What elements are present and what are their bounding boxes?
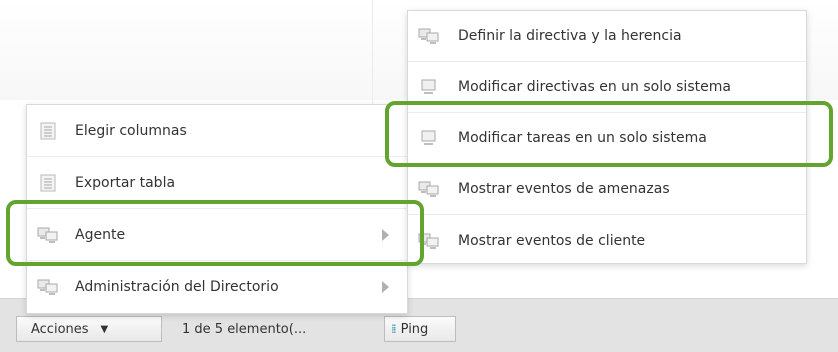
- ping-button[interactable]: ⁞⁞ Ping: [384, 316, 456, 342]
- monitors-icon: [37, 226, 59, 244]
- menu-item-label: Mostrar eventos de amenazas: [458, 181, 670, 197]
- menu-item-directory-admin[interactable]: Administración del Directorio: [27, 261, 407, 313]
- menu-item-modify-policies-single-system[interactable]: Modificar directivas en un solo sistema: [408, 62, 806, 113]
- dropdown-caret-icon: ▼: [100, 323, 109, 335]
- menu-item-agent[interactable]: Agente: [27, 209, 407, 261]
- menu-item-label: Exportar tabla: [75, 174, 176, 191]
- menu-item-show-threat-events[interactable]: Mostrar eventos de amenazas: [408, 164, 806, 215]
- actions-button[interactable]: Acciones ▼: [16, 316, 162, 342]
- monitors-icon: [418, 180, 440, 198]
- menu-item-label: Agente: [75, 226, 126, 243]
- grip-icon: ⁞⁞: [391, 322, 396, 336]
- menu-item-label: Administración del Directorio: [75, 279, 279, 295]
- menu-item-label: Mostrar eventos de cliente: [458, 232, 646, 249]
- ping-button-label: Ping: [400, 321, 429, 337]
- list-icon: [37, 174, 59, 192]
- menu-item-label: Modificar directivas en un solo sistema: [458, 79, 731, 95]
- actions-button-label: Acciones: [31, 321, 89, 337]
- menu-item-modify-tasks-single-system[interactable]: Modificar tareas en un solo sistema: [408, 113, 806, 164]
- monitor-icon: [418, 78, 440, 96]
- agent-submenu: Definir la directiva y la herencia Modif…: [407, 10, 807, 264]
- monitors-icon: [418, 27, 440, 45]
- submenu-arrow-icon: [382, 281, 389, 293]
- item-count-text: 1 de 5 elemento(...: [182, 321, 307, 337]
- menu-item-choose-columns[interactable]: Elegir columnas: [27, 105, 407, 157]
- menu-item-export-table[interactable]: Exportar tabla: [27, 157, 407, 209]
- menu-item-label: Modificar tareas en un solo sistema: [458, 130, 707, 146]
- monitors-icon: [418, 232, 440, 250]
- menu-item-label: Elegir columnas: [75, 122, 187, 139]
- actions-menu: Elegir columnas Exportar tabla Agente Ad…: [26, 104, 408, 314]
- submenu-arrow-icon: [382, 228, 389, 241]
- menu-item-define-policy-inheritance[interactable]: Definir la directiva y la herencia: [408, 11, 806, 62]
- monitors-icon: [37, 278, 59, 296]
- menu-item-show-client-events[interactable]: Mostrar eventos de cliente: [408, 215, 806, 266]
- monitor-icon: [418, 129, 440, 147]
- menu-item-label: Definir la directiva y la herencia: [458, 28, 682, 44]
- list-icon: [37, 122, 59, 140]
